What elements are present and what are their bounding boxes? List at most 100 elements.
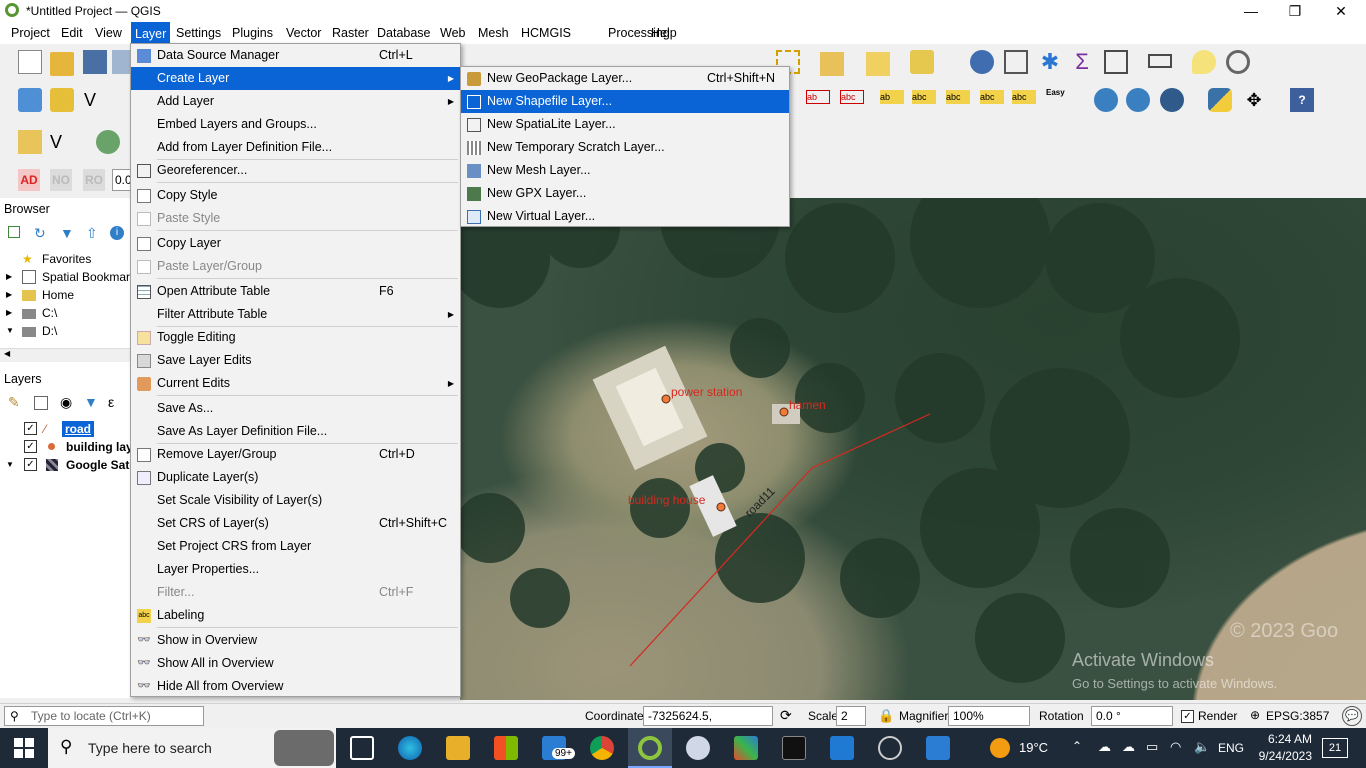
- submenu-item-new-virtual[interactable]: New Virtual Layer...: [461, 205, 789, 228]
- pin-label-icon[interactable]: ab: [880, 90, 904, 104]
- submenu-item-new-gpx[interactable]: New GPX Layer...: [461, 182, 789, 205]
- menu-item-save-as-definition[interactable]: Save As Layer Definition File...: [131, 420, 460, 443]
- edge-icon[interactable]: [398, 736, 422, 760]
- deselect-icon[interactable]: [866, 52, 890, 76]
- menu-item-add-layer[interactable]: Add Layer ▶: [131, 90, 460, 113]
- menu-item-current-edits[interactable]: Current Edits ▶: [131, 372, 460, 395]
- messages-icon[interactable]: 💬: [1342, 706, 1362, 726]
- globe-plugin-icon[interactable]: [1094, 88, 1118, 112]
- notification-icon[interactable]: 21: [1322, 738, 1348, 758]
- menu-item-set-scale-visibility[interactable]: Set Scale Visibility of Layer(s): [131, 489, 460, 512]
- menu-item-copy-style[interactable]: Copy Style: [131, 184, 460, 207]
- app-icon-8[interactable]: [734, 736, 758, 760]
- map-canvas[interactable]: power station hamen building house road1…: [460, 198, 1366, 700]
- crs-button[interactable]: EPSG:3857: [1266, 709, 1329, 723]
- submenu-item-new-geopackage[interactable]: New GeoPackage Layer... Ctrl+Shift+N: [461, 67, 789, 90]
- taskbar-search[interactable]: ⚲ Type here to search: [48, 728, 336, 768]
- digitize-icon[interactable]: [18, 130, 42, 154]
- info-icon[interactable]: i: [110, 226, 124, 240]
- layer-row-google[interactable]: ▼ ✓ Google Satellite: [0, 456, 130, 474]
- menu-hcmgis[interactable]: HCMGIS: [518, 22, 574, 44]
- minimize-button[interactable]: —: [1228, 0, 1274, 22]
- menu-item-remove-layer[interactable]: Remove Layer/Group Ctrl+D: [131, 443, 460, 466]
- menu-item-create-layer[interactable]: Create Layer ▶: [131, 67, 460, 90]
- menu-item-open-attribute-table[interactable]: Open Attribute Table F6: [131, 280, 460, 303]
- collapse-tree-icon[interactable]: ▼: [6, 456, 14, 474]
- identify-icon[interactable]: [970, 50, 994, 74]
- clock-time[interactable]: 6:24 AM: [1256, 732, 1312, 746]
- menu-item-filter-attribute-table[interactable]: Filter Attribute Table ▶: [131, 303, 460, 326]
- filter-legend-icon[interactable]: ▼: [84, 394, 98, 410]
- add-raster-layer-icon[interactable]: [50, 88, 74, 112]
- scroll-left-icon[interactable]: ◀: [4, 349, 10, 358]
- qgis-taskbar-active[interactable]: [628, 728, 672, 768]
- menu-item-add-from-definition[interactable]: Add from Layer Definition File...: [131, 136, 460, 159]
- expand-icon[interactable]: ▶: [6, 268, 12, 286]
- network-icon[interactable]: ☁: [1098, 739, 1111, 755]
- menu-edit[interactable]: Edit: [58, 22, 86, 44]
- filter-icon[interactable]: ▼: [60, 225, 74, 241]
- file-explorer-icon[interactable]: [446, 736, 470, 760]
- rotate-label-icon[interactable]: abc: [980, 90, 1004, 104]
- menu-item-filter[interactable]: Filter... Ctrl+F: [131, 581, 460, 604]
- attribute-table-toolbar-icon[interactable]: [1104, 50, 1128, 74]
- rotation-field[interactable]: 0.0 °: [1091, 706, 1173, 726]
- menu-web[interactable]: Web: [437, 22, 468, 44]
- label-tool-2-icon[interactable]: abc: [840, 90, 864, 104]
- online-plugin-icon[interactable]: [1160, 88, 1184, 112]
- submenu-item-new-mesh[interactable]: New Mesh Layer...: [461, 159, 789, 182]
- help-icon[interactable]: ?: [1290, 88, 1314, 112]
- expression-filter-icon[interactable]: ε: [108, 394, 114, 410]
- terminal-icon[interactable]: [782, 736, 806, 760]
- menu-item-copy-layer[interactable]: Copy Layer: [131, 232, 460, 255]
- menu-item-show-in-overview[interactable]: 👓 Show in Overview: [131, 629, 460, 652]
- windows-start-icon[interactable]: [14, 738, 34, 758]
- menu-raster[interactable]: Raster: [329, 22, 372, 44]
- refresh-icon[interactable]: ↻: [34, 225, 46, 242]
- plugin-tool-icon[interactable]: [96, 130, 120, 154]
- menu-mesh[interactable]: Mesh: [475, 22, 512, 44]
- menu-vector[interactable]: Vector: [283, 22, 324, 44]
- menu-item-set-project-crs[interactable]: Set Project CRS from Layer: [131, 535, 460, 558]
- open-field-calculator-icon[interactable]: [1004, 50, 1028, 74]
- layer-checkbox[interactable]: ✓: [24, 422, 37, 435]
- label-tool-icon[interactable]: ab: [806, 90, 830, 104]
- menu-database[interactable]: Database: [374, 22, 434, 44]
- expand-icon[interactable]: ▶: [6, 304, 12, 322]
- ad-button[interactable]: AD: [18, 169, 40, 191]
- menu-item-data-source-manager[interactable]: Data Source Manager Ctrl+L: [131, 44, 460, 67]
- cloud-icon[interactable]: ☁: [1122, 739, 1135, 755]
- no-button[interactable]: NO: [50, 169, 72, 191]
- style-icon[interactable]: ✎: [8, 394, 20, 411]
- language-indicator[interactable]: ENG: [1218, 741, 1244, 755]
- weather-icon[interactable]: [990, 738, 1010, 758]
- menu-item-duplicate-layer[interactable]: Duplicate Layer(s): [131, 466, 460, 489]
- chevron-up-icon[interactable]: ⌃: [1072, 739, 1082, 753]
- globe-plugin-2-icon[interactable]: [1126, 88, 1150, 112]
- app-icon-12[interactable]: [926, 736, 950, 760]
- show-label-icon[interactable]: abc: [912, 90, 936, 104]
- value-field[interactable]: 0.0: [112, 169, 132, 191]
- layer-checkbox[interactable]: ✓: [24, 440, 37, 453]
- statistics-icon[interactable]: Σ: [1070, 50, 1094, 74]
- layer-checkbox[interactable]: ✓: [24, 458, 37, 471]
- browser-hscrollbar[interactable]: ◀: [0, 348, 130, 362]
- store-icon[interactable]: [494, 736, 518, 760]
- submenu-item-new-spatialite[interactable]: New SpatiaLite Layer...: [461, 113, 789, 136]
- open-project-icon[interactable]: [50, 52, 74, 76]
- select-by-value-icon[interactable]: [820, 52, 844, 76]
- menu-view[interactable]: View: [92, 22, 125, 44]
- move-selection-icon[interactable]: [910, 50, 934, 74]
- menu-item-paste-style[interactable]: Paste Style: [131, 207, 460, 230]
- app-icon-7[interactable]: [686, 736, 710, 760]
- layer-row-road[interactable]: ✓ ⁄ road: [0, 420, 130, 438]
- add-selected-icon[interactable]: [8, 226, 20, 238]
- measure-icon[interactable]: [1148, 54, 1172, 68]
- magnifier-field[interactable]: 100%: [948, 706, 1030, 726]
- menu-settings[interactable]: Settings: [173, 22, 224, 44]
- menu-project[interactable]: Project: [8, 22, 53, 44]
- add-vector-layer-icon[interactable]: [18, 88, 42, 112]
- vertex-tool-icon[interactable]: V: [50, 130, 74, 154]
- render-checkbox[interactable]: ✓: [1181, 710, 1194, 723]
- battery-icon[interactable]: ▭: [1146, 739, 1158, 755]
